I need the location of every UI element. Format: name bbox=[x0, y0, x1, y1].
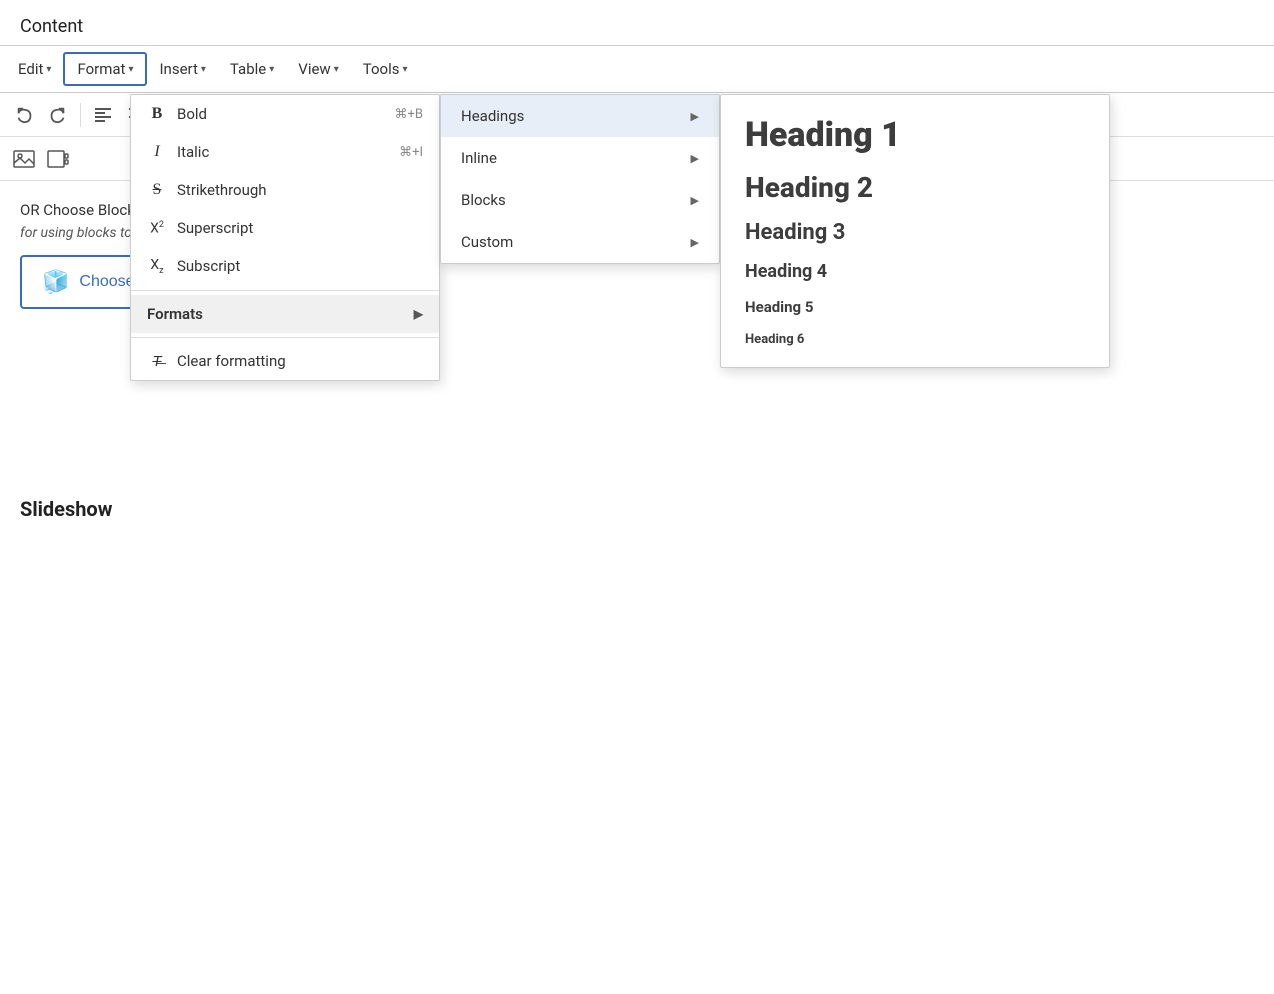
menu-bar: Edit ▾ Format ▾ Insert ▾ Table ▾ View ▾ … bbox=[0, 45, 1274, 93]
format-strikethrough-item[interactable]: S Strikethrough bbox=[131, 171, 439, 209]
tools-caret-icon: ▾ bbox=[402, 64, 407, 75]
insert-caret-icon: ▾ bbox=[201, 64, 206, 75]
superscript-icon: X2 bbox=[147, 220, 167, 237]
format-bold-item[interactable]: B Bold ⌘+B bbox=[131, 95, 439, 133]
heading-3-item[interactable]: Heading 3 bbox=[721, 212, 1109, 253]
menu-item-format[interactable]: Format ▾ bbox=[63, 52, 147, 86]
format-subscript-item[interactable]: Xz Subscript bbox=[131, 247, 439, 286]
heading-6-item[interactable]: Heading 6 bbox=[721, 324, 1109, 355]
formats-custom-item[interactable]: Custom ▶ bbox=[441, 221, 719, 263]
inline-arrow-icon: ▶ bbox=[691, 152, 699, 165]
format-caret-icon: ▾ bbox=[128, 64, 133, 75]
format-divider-1 bbox=[131, 290, 439, 291]
menu-item-view[interactable]: View ▾ bbox=[286, 54, 350, 84]
slideshow-label: Slideshow bbox=[0, 481, 1274, 537]
clear-formatting-icon: T̶ bbox=[147, 352, 167, 370]
heading-2-item[interactable]: Heading 2 bbox=[721, 163, 1109, 212]
table-caret-icon: ▾ bbox=[269, 64, 274, 75]
format-dropdown: B Bold ⌘+B I Italic ⌘+I S Strikethrough bbox=[130, 94, 440, 381]
formats-blocks-item[interactable]: Blocks ▶ bbox=[441, 179, 719, 221]
image-button[interactable] bbox=[8, 143, 40, 175]
headings-arrow-icon: ▶ bbox=[691, 110, 699, 123]
align-left-button[interactable] bbox=[87, 99, 119, 131]
undo-button[interactable] bbox=[8, 99, 40, 131]
choose-block-icon: 🧊 bbox=[42, 269, 69, 295]
headings-submenu: Heading 1 Heading 2 Heading 3 Heading 4 … bbox=[720, 94, 1110, 368]
bold-icon: B bbox=[147, 105, 167, 123]
blocks-arrow-icon: ▶ bbox=[691, 194, 699, 207]
page-title: Content bbox=[0, 0, 1274, 45]
align-left-icon bbox=[94, 106, 112, 124]
redo-icon bbox=[49, 106, 67, 124]
heading-4-item[interactable]: Heading 4 bbox=[721, 253, 1109, 290]
subscript-icon: Xz bbox=[147, 257, 167, 276]
redo-button[interactable] bbox=[42, 99, 74, 131]
formats-submenu: Headings ▶ Inline ▶ Blocks ▶ Custom ▶ bbox=[440, 94, 720, 264]
format-superscript-item[interactable]: X2 Superscript bbox=[131, 209, 439, 247]
view-caret-icon: ▾ bbox=[334, 64, 339, 75]
image-icon bbox=[13, 150, 35, 168]
format-italic-item[interactable]: I Italic ⌘+I bbox=[131, 133, 439, 171]
formats-arrow-icon: ▶ bbox=[414, 307, 423, 321]
custom-arrow-icon: ▶ bbox=[691, 236, 699, 249]
menu-item-table[interactable]: Table ▾ bbox=[218, 54, 286, 84]
formats-inline-item[interactable]: Inline ▶ bbox=[441, 137, 719, 179]
heading-5-item[interactable]: Heading 5 bbox=[721, 290, 1109, 324]
format-divider-2 bbox=[131, 337, 439, 338]
undo-icon bbox=[15, 106, 33, 124]
edit-caret-icon: ▾ bbox=[46, 64, 51, 75]
media-icon bbox=[47, 150, 69, 168]
menu-item-tools[interactable]: Tools ▾ bbox=[351, 54, 420, 84]
toolbar-sep-1 bbox=[80, 103, 81, 127]
strikethrough-icon: S bbox=[147, 181, 167, 199]
heading-1-item[interactable]: Heading 1 bbox=[721, 107, 1109, 163]
formats-headings-item[interactable]: Headings ▶ bbox=[441, 95, 719, 137]
menu-item-insert[interactable]: Insert ▾ bbox=[147, 54, 217, 84]
format-clear-item[interactable]: T̶ Clear formatting bbox=[131, 342, 439, 380]
media-button[interactable] bbox=[42, 143, 74, 175]
italic-icon: I bbox=[147, 143, 167, 161]
format-formats-item[interactable]: Formats ▶ bbox=[131, 295, 439, 333]
menu-item-edit[interactable]: Edit ▾ bbox=[6, 54, 63, 84]
